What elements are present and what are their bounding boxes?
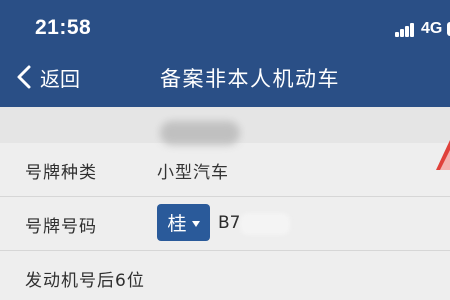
signal-bars-icon bbox=[395, 23, 417, 37]
engine-number-row[interactable]: 发动机号后6位 bbox=[0, 251, 450, 300]
caret-down-icon bbox=[191, 220, 200, 227]
corner-decoration-icon bbox=[436, 140, 450, 170]
page-title: 备案非本人机动车 bbox=[160, 67, 340, 91]
plate-type-value[interactable]: 小型汽车 bbox=[157, 158, 229, 183]
network-type: 4G bbox=[421, 20, 443, 37]
plate-type-label: 号牌种类 bbox=[25, 163, 97, 183]
app-screen: 21:58 4G 返回 备案非本人机动车 号牌种类 小型汽车 号牌号码 桂 B7… bbox=[0, 0, 450, 300]
header: 21:58 4G 返回 备案非本人机动车 bbox=[0, 0, 450, 107]
plate-number-redaction bbox=[240, 213, 290, 235]
province-label: 桂 bbox=[167, 213, 187, 235]
vehicle-form: 号牌种类 小型汽车 号牌号码 桂 发动机号后6位 bbox=[0, 143, 450, 300]
engine-number-label: 发动机号后6位 bbox=[25, 271, 145, 291]
plate-number-label: 号牌号码 bbox=[25, 217, 97, 237]
province-select-button[interactable]: 桂 bbox=[157, 204, 210, 241]
engine-number-redaction bbox=[160, 121, 240, 145]
plate-type-row[interactable]: 号牌种类 小型汽车 bbox=[0, 143, 450, 197]
plate-number-row: 号牌号码 桂 bbox=[0, 197, 450, 251]
status-time: 21:58 bbox=[35, 16, 92, 39]
